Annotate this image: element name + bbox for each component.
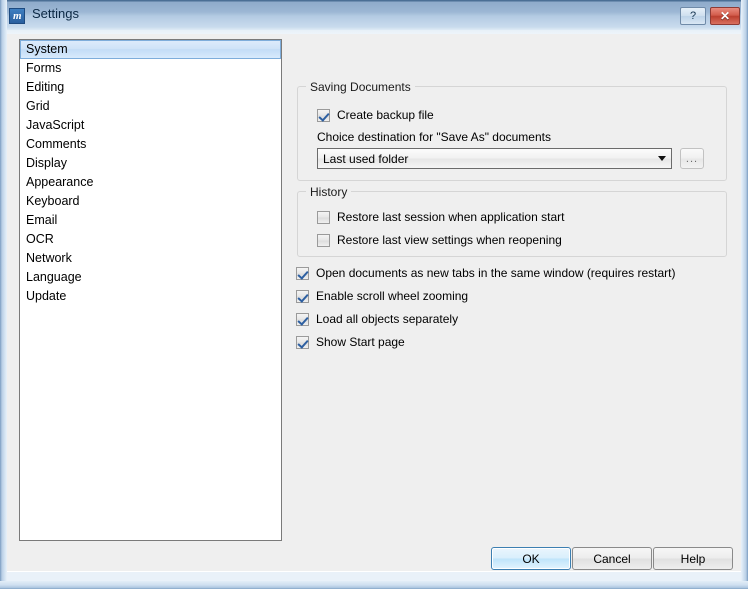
window-title: Settings (32, 6, 79, 21)
history-group-title: History (306, 185, 352, 199)
sidebar-item-update[interactable]: Update (20, 287, 281, 306)
load-all-objects-separately-label: Load all objects separately (316, 312, 459, 326)
chevron-down-icon[interactable] (653, 149, 671, 168)
sidebar-item-language[interactable]: Language (20, 268, 281, 287)
sidebar-item-label: Comments (26, 137, 87, 151)
sidebar-item-appearance[interactable]: Appearance (20, 173, 281, 192)
open-documents-as-tabs-label: Open documents as new tabs in the same w… (316, 266, 676, 280)
sidebar-item-label: Appearance (26, 175, 94, 189)
enable-scroll-wheel-zooming-checkbox[interactable]: Enable scroll wheel zooming (296, 289, 468, 303)
titlebar-close-button[interactable]: ✕ (710, 7, 740, 25)
help-button-label: Help (680, 551, 706, 566)
title-bar: m Settings ? ✕ (0, 0, 748, 30)
settings-category-list[interactable]: System Forms Editing Grid JavaScript Com… (19, 39, 282, 541)
cancel-button[interactable]: Cancel (572, 547, 652, 570)
checkbox-check-icon (296, 266, 309, 280)
restore-last-session-label: Restore last session when application st… (337, 210, 565, 224)
sidebar-item-label: Network (26, 251, 72, 265)
sidebar-item-editing[interactable]: Editing (20, 78, 281, 97)
titlebar-help-button[interactable]: ? (680, 7, 706, 25)
sidebar-item-network[interactable]: Network (20, 249, 281, 268)
window-border-left (0, 0, 7, 589)
enable-scroll-wheel-zooming-label: Enable scroll wheel zooming (316, 289, 469, 303)
window-border-bottom-inner (7, 572, 741, 581)
ellipsis-icon: ... (685, 152, 699, 165)
saving-documents-group-title: Saving Documents (306, 80, 415, 94)
sidebar-item-comments[interactable]: Comments (20, 135, 281, 154)
checkbox-check-icon (296, 289, 309, 303)
browse-folder-button[interactable]: ... (680, 148, 704, 169)
sidebar-item-label: JavaScript (26, 118, 85, 132)
settings-dialog-window: m Settings ? ✕ System Forms Editing Grid… (0, 0, 748, 589)
checkbox-box-icon (317, 233, 330, 247)
sidebar-item-label: Email (26, 213, 58, 227)
sidebar-item-label: Grid (26, 99, 50, 113)
history-group: History (297, 185, 727, 257)
save-as-destination-value: Last used folder (323, 151, 409, 166)
load-all-objects-separately-checkbox[interactable]: Load all objects separately (296, 312, 458, 326)
help-button[interactable]: Help (653, 547, 733, 570)
destination-label: Choice destination for "Save As" documen… (317, 130, 551, 144)
checkbox-check-icon (296, 335, 309, 349)
restore-last-session-checkbox[interactable]: Restore last session when application st… (317, 210, 564, 224)
sidebar-item-email[interactable]: Email (20, 211, 281, 230)
checkbox-check-icon (296, 312, 309, 326)
sidebar-item-display[interactable]: Display (20, 154, 281, 173)
window-border-right (741, 0, 748, 589)
window-border-bottom (0, 581, 748, 589)
question-mark-icon: ? (689, 10, 697, 22)
sidebar-item-system[interactable]: System (20, 40, 281, 59)
sidebar-item-label: OCR (26, 232, 54, 246)
checkbox-box-icon (317, 210, 330, 224)
sidebar-item-ocr[interactable]: OCR (20, 230, 281, 249)
sidebar-item-label: Update (26, 289, 67, 303)
sidebar-item-grid[interactable]: Grid (20, 97, 281, 116)
restore-last-view-label: Restore last view settings when reopenin… (337, 233, 562, 247)
sidebar-item-label: Keyboard (26, 194, 80, 208)
restore-last-view-checkbox[interactable]: Restore last view settings when reopenin… (317, 233, 562, 247)
close-icon: ✕ (719, 9, 731, 23)
sidebar-item-keyboard[interactable]: Keyboard (20, 192, 281, 211)
show-start-page-checkbox[interactable]: Show Start page (296, 335, 405, 349)
save-as-destination-combobox[interactable]: Last used folder (317, 148, 672, 169)
create-backup-file-checkbox[interactable]: Create backup file (317, 108, 434, 122)
sidebar-item-label: System (26, 42, 68, 56)
dialog-client-area: System Forms Editing Grid JavaScript Com… (7, 34, 741, 571)
sidebar-item-javascript[interactable]: JavaScript (20, 116, 281, 135)
sidebar-item-forms[interactable]: Forms (20, 59, 281, 78)
sidebar-item-label: Forms (26, 61, 62, 75)
show-start-page-label: Show Start page (316, 335, 405, 349)
sidebar-item-label: Display (26, 156, 67, 170)
app-logo-icon: m (9, 8, 25, 24)
create-backup-file-label: Create backup file (337, 108, 434, 122)
ok-button-label: OK (522, 551, 540, 566)
open-documents-as-tabs-checkbox[interactable]: Open documents as new tabs in the same w… (296, 266, 676, 280)
cancel-button-label: Cancel (593, 551, 631, 566)
sidebar-item-label: Language (26, 270, 82, 284)
ok-button[interactable]: OK (491, 547, 571, 570)
sidebar-item-label: Editing (26, 80, 65, 94)
checkbox-check-icon (317, 108, 330, 122)
